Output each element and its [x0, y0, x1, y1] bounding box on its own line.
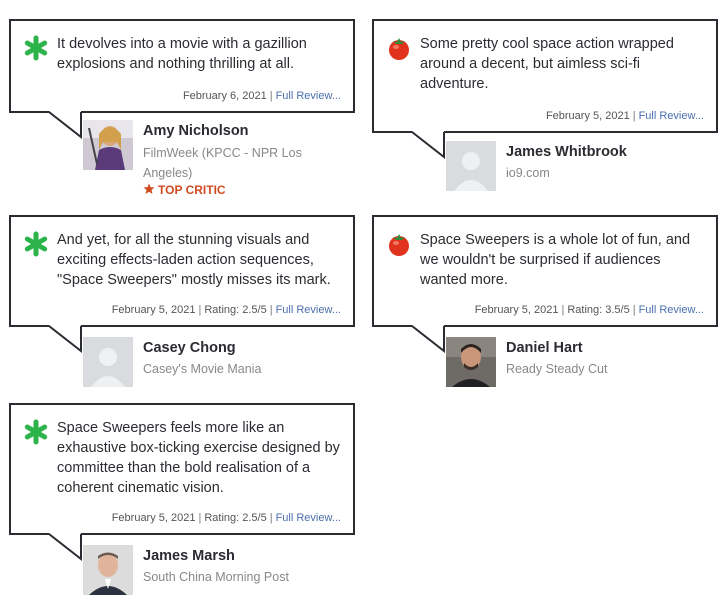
review-quote: And yet, for all the stunning visuals an…	[57, 232, 331, 288]
top-critic-badge: TOP CRITIC	[143, 183, 226, 197]
avatar[interactable]	[83, 120, 133, 170]
review-date: February 5, 2021	[111, 512, 196, 524]
separator: |	[198, 512, 202, 524]
review-date: February 5, 2021	[111, 304, 196, 316]
review-date: February 5, 2021	[474, 304, 559, 316]
quote-bubble: Space Sweepers feels more like an exhaus…	[9, 403, 355, 535]
avatar[interactable]	[83, 545, 133, 595]
publication-name[interactable]: io9.com	[506, 163, 686, 183]
review-card: Space Sweepers feels more like an exhaus…	[9, 403, 355, 596]
quote-bubble: And yet, for all the stunning visuals an…	[9, 215, 355, 327]
review-rating: Rating: 3.5/5	[567, 304, 630, 316]
rotten-splat-icon	[24, 419, 48, 445]
critic-photo	[83, 545, 133, 595]
full-review-link[interactable]: Full Review...	[639, 110, 704, 122]
bubble-tail	[412, 325, 445, 353]
separator: |	[269, 304, 273, 316]
separator: |	[561, 304, 565, 316]
critic-name[interactable]: James Whitbrook	[506, 144, 627, 160]
quote-bubble: Space Sweepers is a whole lot of fun, an…	[372, 215, 718, 327]
full-review-link[interactable]: Full Review...	[276, 90, 341, 102]
critic-photo	[83, 120, 133, 170]
review-card: It devolves into a movie with a gazillio…	[9, 19, 355, 199]
separator: |	[269, 90, 273, 102]
full-review-link[interactable]: Full Review...	[276, 304, 341, 316]
separator: |	[198, 304, 202, 316]
separator: |	[269, 512, 273, 524]
review-rating: Rating: 2.5/5	[204, 512, 267, 524]
review-meta: February 5, 2021 | Rating: 3.5/5 | Full Revi…	[475, 304, 704, 316]
quote-bubble: Some pretty cool space action wrapped ar…	[372, 19, 718, 133]
critic-photo	[446, 337, 496, 387]
review-card: And yet, for all the stunning visuals an…	[9, 215, 355, 390]
fresh-tomato-icon	[389, 38, 409, 60]
review-quote: Some pretty cool space action wrapped ar…	[420, 36, 674, 92]
separator: |	[632, 304, 636, 316]
bubble-tail	[412, 131, 445, 159]
review-rating: Rating: 2.5/5	[204, 304, 267, 316]
review-quote: Space Sweepers is a whole lot of fun, an…	[420, 232, 691, 288]
bubble-tail	[49, 111, 82, 139]
publication-name[interactable]: FilmWeek (KPCC - NPR Los Angeles)	[143, 143, 313, 183]
publication-name[interactable]: Casey's Movie Mania	[143, 359, 323, 379]
review-meta: February 5, 2021 | Rating: 2.5/5 | Full Revi…	[112, 512, 341, 524]
rotten-splat-icon	[24, 231, 48, 257]
default-avatar-icon	[446, 141, 496, 191]
critic-name[interactable]: Daniel Hart	[506, 340, 583, 356]
quote-bubble: It devolves into a movie with a gazillio…	[9, 19, 355, 113]
review-meta: February 6, 2021 | Full Review...	[183, 90, 341, 102]
review-card: Space Sweepers is a whole lot of fun, an…	[372, 215, 718, 390]
publication-name[interactable]: Ready Steady Cut	[506, 359, 686, 379]
rotten-splat-icon	[24, 35, 48, 61]
review-meta: February 5, 2021 | Rating: 2.5/5 | Full Revi…	[112, 304, 341, 316]
star-icon	[143, 183, 155, 194]
avatar[interactable]	[446, 337, 496, 387]
review-date: February 5, 2021	[545, 110, 630, 122]
critic-name[interactable]: Amy Nicholson	[143, 123, 249, 139]
top-critic-label: TOP CRITIC	[158, 183, 226, 197]
critic-name[interactable]: Casey Chong	[143, 340, 236, 356]
full-review-link[interactable]: Full Review...	[276, 512, 341, 524]
publication-name[interactable]: South China Morning Post	[143, 567, 343, 587]
review-quote: Space Sweepers feels more like an exhaus…	[57, 420, 340, 496]
separator: |	[632, 110, 636, 122]
avatar[interactable]	[83, 337, 133, 387]
review-card: Some pretty cool space action wrapped ar…	[372, 19, 718, 199]
fresh-tomato-icon	[389, 234, 409, 256]
bubble-tail	[49, 533, 82, 561]
review-meta: February 5, 2021 | Full Review...	[546, 110, 704, 122]
review-quote: It devolves into a movie with a gazillio…	[57, 36, 307, 72]
avatar[interactable]	[446, 141, 496, 191]
bubble-tail	[49, 325, 82, 353]
critic-name[interactable]: James Marsh	[143, 548, 235, 564]
review-date: February 6, 2021	[182, 90, 267, 102]
full-review-link[interactable]: Full Review...	[639, 304, 704, 316]
default-avatar-icon	[83, 337, 133, 387]
